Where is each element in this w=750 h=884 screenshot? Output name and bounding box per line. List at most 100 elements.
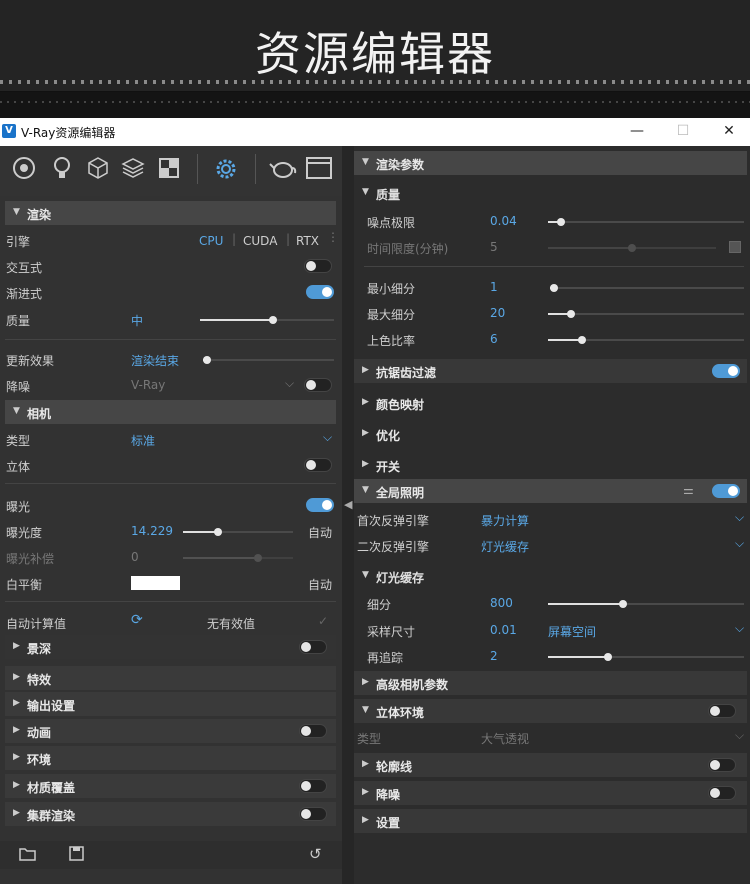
layers-icon[interactable] [121, 156, 145, 180]
chevron-down-icon[interactable]: ⌵ [735, 728, 744, 743]
section-header-render[interactable]: ▼ 渲染 [5, 201, 336, 225]
geometry-icon[interactable] [86, 156, 110, 180]
collapse-arrow-icon: ▼ [13, 406, 20, 416]
quality-slider[interactable] [200, 316, 334, 324]
engine-cuda[interactable]: CUDA [243, 234, 277, 248]
shade-rate-value[interactable]: 6 [490, 332, 498, 346]
max-subdiv-value[interactable]: 20 [490, 306, 505, 320]
primary-engine-select[interactable]: 暴力计算 [481, 512, 529, 529]
ev-slider[interactable] [183, 528, 293, 536]
interactive-toggle[interactable] [304, 259, 332, 273]
maximize-button[interactable]: ☐ [671, 121, 695, 141]
chevron-down-icon[interactable]: ⌵ [735, 536, 744, 551]
stereo-toggle[interactable] [304, 458, 332, 472]
save-icon[interactable] [69, 846, 85, 862]
section-header-left-1[interactable]: ▶ 特效 [5, 666, 336, 690]
time-limit-checkbox[interactable] [729, 241, 741, 253]
update-slider[interactable] [203, 356, 334, 364]
comp-slider[interactable] [183, 554, 293, 562]
shade-rate-slider[interactable] [548, 336, 744, 344]
section-toggle[interactable] [299, 640, 327, 654]
contours-toggle[interactable] [708, 758, 736, 772]
gi-toggle[interactable] [712, 484, 740, 498]
volume-type-select[interactable]: 大气透视 [481, 730, 529, 747]
sample-mode-select[interactable]: 屏幕空间 [548, 623, 596, 640]
section-header-color-mapping[interactable]: ▶ 颜色映射 [354, 391, 747, 415]
more-icon[interactable]: ⋮ [327, 230, 339, 244]
check-icon[interactable]: ✓ [318, 614, 328, 628]
retrace-slider[interactable] [548, 653, 744, 661]
max-subdiv-slider[interactable] [548, 310, 744, 318]
exposure-toggle[interactable] [306, 498, 334, 512]
section-header-adv-camera[interactable]: ▶ 高级相机参数 [354, 671, 747, 695]
render-window-icon[interactable] [305, 155, 333, 181]
lc-subdiv-value[interactable]: 800 [490, 596, 513, 610]
section-header-render-params[interactable]: ▼ 渲染参数 [354, 151, 747, 175]
update-value[interactable]: 渲染结束 [131, 352, 179, 369]
section-header-camera[interactable]: ▼ 相机 [5, 400, 336, 424]
section-header-left-5[interactable]: ▶ 材质覆盖 [5, 774, 336, 798]
noise-limit-slider[interactable] [548, 218, 744, 226]
materials-icon[interactable] [12, 156, 36, 180]
section-header-settings[interactable]: ▶ 设置 [354, 809, 747, 833]
volume-env-toggle[interactable] [708, 704, 736, 718]
min-subdiv-value[interactable]: 1 [490, 280, 498, 294]
sample-size-value[interactable]: 0.01 [490, 623, 517, 637]
chevron-down-icon[interactable]: ⌵ [285, 376, 294, 391]
section-header-contours[interactable]: ▶ 轮廓线 [354, 753, 747, 777]
denoise-right-toggle[interactable] [708, 786, 736, 800]
secondary-engine-select[interactable]: 灯光缓存 [481, 538, 529, 555]
white-balance-swatch[interactable] [131, 576, 180, 590]
panel-splitter[interactable]: ◀ [342, 146, 354, 884]
refresh-icon[interactable]: ⟳ [131, 612, 143, 628]
ev-value[interactable]: 14.229 [131, 524, 173, 538]
section-header-aa-filter[interactable]: ▶ 抗锯齿过滤 [354, 359, 747, 383]
section-toggle[interactable] [299, 807, 327, 821]
chevron-down-icon[interactable]: ⌵ [323, 430, 332, 445]
section-header-gi[interactable]: ▼ 全局照明 ⚌ [354, 479, 747, 503]
section-header-left-3[interactable]: ▶ 动画 [5, 719, 336, 743]
lights-icon[interactable] [50, 156, 74, 180]
section-header-optimize[interactable]: ▶ 优化 [354, 422, 747, 446]
chevron-down-icon[interactable]: ⌵ [735, 621, 744, 636]
left-panel: ▼ 渲染 引擎 CPU | CUDA | RTX ⋮ 交互式 渐进式 质量 中 更… [0, 146, 342, 884]
time-limit-slider[interactable] [548, 244, 716, 252]
subsection-light-cache[interactable]: ▼ 灯光缓存 [354, 564, 747, 588]
collapse-left-icon[interactable]: ◀ [344, 498, 352, 511]
aa-filter-toggle[interactable] [712, 364, 740, 378]
denoise-select[interactable]: V-Ray [131, 378, 165, 392]
progressive-toggle[interactable] [306, 285, 334, 299]
noise-limit-value[interactable]: 0.04 [490, 214, 517, 228]
engine-rtx[interactable]: RTX [296, 234, 319, 248]
minimize-button[interactable]: — [625, 121, 649, 141]
section-header-left-0[interactable]: ▶ 景深 [5, 635, 336, 659]
section-header-left-2[interactable]: ▶ 输出设置 [5, 692, 336, 716]
denoise-toggle[interactable] [304, 378, 332, 392]
section-header-volume-env[interactable]: ▼ 立体环境 [354, 699, 747, 723]
expand-arrow-icon: ▶ [13, 780, 20, 790]
retrace-value[interactable]: 2 [490, 649, 498, 663]
title-bar[interactable]: V V-Ray资源编辑器 — ☐ ✕ [0, 118, 750, 147]
min-subdiv-slider[interactable] [550, 284, 744, 292]
section-toggle[interactable] [299, 724, 327, 738]
section-header-denoise[interactable]: ▶ 降噪 [354, 781, 747, 805]
textures-icon[interactable] [157, 156, 181, 180]
settings-icon[interactable] [213, 156, 239, 182]
teapot-render-icon[interactable] [269, 155, 297, 181]
section-header-switches[interactable]: ▶ 开关 [354, 453, 747, 477]
camera-type-select[interactable]: 标准 [131, 432, 155, 449]
reset-icon[interactable]: ↺ [309, 845, 322, 863]
engine-cpu[interactable]: CPU [199, 234, 223, 248]
chevron-down-icon[interactable]: ⌵ [735, 510, 744, 525]
asset-editor-window: V V-Ray资源编辑器 — ☐ ✕ ▼ 渲染 引擎 CPU | CUDA | R… [0, 118, 750, 884]
section-toggle[interactable] [299, 779, 327, 793]
open-folder-icon[interactable] [19, 847, 37, 861]
lc-subdiv-slider[interactable] [548, 600, 744, 608]
section-header-left-4[interactable]: ▶ 环境 [5, 746, 336, 770]
quality-value[interactable]: 中 [131, 312, 143, 329]
section-header-left-6[interactable]: ▶ 集群渲染 [5, 802, 336, 826]
close-button[interactable]: ✕ [717, 121, 741, 141]
banner-title: 资源编辑器 [255, 27, 495, 81]
subsection-quality[interactable]: ▼ 质量 [354, 181, 747, 205]
sliders-icon[interactable]: ⚌ [683, 483, 694, 497]
